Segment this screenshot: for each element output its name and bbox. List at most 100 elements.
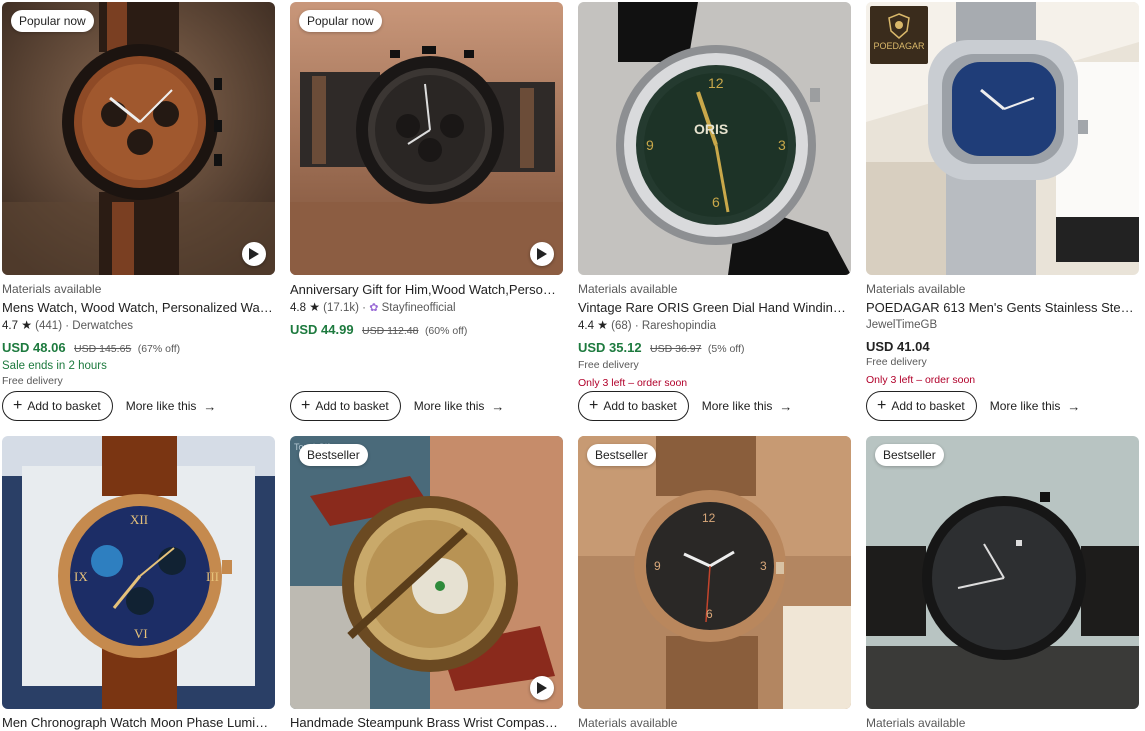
svg-text:III: III xyxy=(206,569,219,584)
black-wood-watch-image xyxy=(866,436,1139,709)
more-like-this-link[interactable]: More like this → xyxy=(702,399,793,414)
brass-compass-watch-image: TouchGifts xyxy=(290,436,563,709)
product-title[interactable]: Mens Watch, Wood Watch, Personalized Wat… xyxy=(2,300,275,316)
original-price: USD 36.97 xyxy=(650,343,702,355)
add-to-basket-button[interactable]: + Add to basket xyxy=(866,391,977,421)
product-card[interactable]: ORIS 12 3 6 9 Materials available Vintag… xyxy=(578,2,851,421)
bestseller-badge: Bestseller xyxy=(875,444,944,466)
materials-label: Materials available xyxy=(578,716,678,730)
brand-logo-text: POEDAGAR xyxy=(873,41,925,51)
wood-watch-image xyxy=(2,2,275,275)
svg-text:XII: XII xyxy=(130,512,148,527)
stock-warning: Only 3 left – order soon xyxy=(578,377,688,389)
product-title[interactable]: Vintage Rare ORIS Green Dial Hand Windin… xyxy=(578,300,851,316)
materials-label: Materials available xyxy=(578,282,678,296)
plus-icon: + xyxy=(589,397,599,414)
popular-badge: Popular now xyxy=(11,10,94,32)
materials-label: Materials available xyxy=(866,282,966,296)
shop-name[interactable]: JewelTimeGB xyxy=(866,319,937,331)
product-title[interactable]: Anniversary Gift for Him,Wood Watch,Pers… xyxy=(290,282,563,298)
product-image[interactable]: TouchGifts Bestseller xyxy=(290,436,563,709)
svg-text:12: 12 xyxy=(702,511,716,525)
card-actions: + Add to basket More like this → xyxy=(578,390,792,422)
shop-badge-icon: ✿ xyxy=(369,302,379,314)
price-row: USD 35.12 USD 36.97 (5% off) xyxy=(578,339,851,358)
card-actions: + Add to basket More like this → xyxy=(866,390,1080,422)
sale-price: USD 48.06 xyxy=(2,340,66,355)
add-to-basket-label: Add to basket xyxy=(315,399,389,413)
product-image[interactable]: POEDAGAR xyxy=(866,2,1139,275)
shop-name[interactable]: Stayfineofficial xyxy=(382,302,456,314)
product-card[interactable]: TouchGifts Bestseller Handmade Steampunk… xyxy=(290,436,563,731)
bestseller-badge: Bestseller xyxy=(587,444,656,466)
rating-score: 4.7 xyxy=(2,320,18,332)
more-like-this-link[interactable]: More like this → xyxy=(990,399,1081,414)
rating-row: 4.7 ★ (441) · Derwatches xyxy=(2,318,133,332)
more-like-this-label: More like this xyxy=(989,399,1061,413)
review-count: (17.1k) xyxy=(323,302,359,314)
play-icon[interactable] xyxy=(242,242,266,266)
arrow-right-icon: → xyxy=(1067,398,1081,414)
price: USD 41.04 xyxy=(866,339,930,354)
product-card[interactable]: Popular now Materials available Mens Wat… xyxy=(2,2,275,421)
review-count: (441) xyxy=(35,320,63,332)
more-like-this-link[interactable]: More like this → xyxy=(126,399,217,414)
popular-badge: Popular now xyxy=(299,10,382,32)
play-icon[interactable] xyxy=(530,676,554,700)
product-grid: Popular now Materials available Mens Wat… xyxy=(0,0,1145,730)
svg-text:6: 6 xyxy=(712,194,720,210)
star-icon: ★ xyxy=(21,318,32,332)
product-image[interactable]: ORIS 12 3 6 9 xyxy=(578,2,851,275)
svg-text:IX: IX xyxy=(74,569,88,584)
add-to-basket-label: Add to basket xyxy=(891,399,965,413)
product-card[interactable]: Bestseller Materials available xyxy=(866,436,1139,730)
svg-text:VI: VI xyxy=(134,626,148,641)
more-like-this-label: More like this xyxy=(125,399,197,413)
materials-label: Materials available xyxy=(2,282,102,296)
product-image[interactable]: Bestseller xyxy=(866,436,1139,709)
product-image[interactable]: Popular now xyxy=(2,2,275,275)
more-like-this-link[interactable]: More like this → xyxy=(414,399,505,414)
add-to-basket-label: Add to basket xyxy=(603,399,677,413)
product-title[interactable]: Men Chronograph Watch Moon Phase Lumino.… xyxy=(2,715,275,731)
add-to-basket-button[interactable]: + Add to basket xyxy=(578,391,689,421)
svg-text:9: 9 xyxy=(646,137,654,153)
discount-label: (67% off) xyxy=(137,343,181,355)
svg-text:3: 3 xyxy=(778,137,786,153)
rating-row: 4.4 ★ (68) · Rareshopindia xyxy=(578,318,717,332)
card-actions: + Add to basket More like this → xyxy=(290,390,504,422)
add-to-basket-button[interactable]: + Add to basket xyxy=(2,391,113,421)
more-like-this-label: More like this xyxy=(413,399,485,413)
product-card[interactable]: POEDAGAR Materials available POEDAGAR 61… xyxy=(866,2,1139,421)
rating-row: 4.8 ★ (17.1k) · ✿ Stayfineofficial xyxy=(290,300,456,314)
price-row: USD 41.04 xyxy=(866,338,1139,355)
star-icon: ★ xyxy=(309,300,320,314)
product-card[interactable]: Popular now Anniversary Gift for Him,Woo… xyxy=(290,2,563,421)
product-image[interactable]: XII III VI IX xyxy=(2,436,275,709)
product-title[interactable]: Handmade Steampunk Brass Wrist Compass &… xyxy=(290,715,563,731)
sale-price: USD 35.12 xyxy=(578,340,642,355)
product-image[interactable]: 12 3 6 9 Bestseller xyxy=(578,436,851,709)
shop-name[interactable]: Rareshopindia xyxy=(642,320,716,332)
bestseller-badge: Bestseller xyxy=(299,444,368,466)
bamboo-watch-image: 12 3 6 9 xyxy=(578,436,851,709)
stock-warning: Only 3 left – order soon xyxy=(866,374,976,386)
product-card[interactable]: 12 3 6 9 Bestseller Materials available xyxy=(578,436,851,730)
product-image[interactable]: Popular now xyxy=(290,2,563,275)
arrow-right-icon: → xyxy=(779,398,793,414)
add-to-basket-button[interactable]: + Add to basket xyxy=(290,391,401,421)
arrow-right-icon: → xyxy=(491,398,505,414)
play-icon[interactable] xyxy=(530,242,554,266)
star-icon: ★ xyxy=(597,318,608,332)
product-title[interactable]: POEDAGAR 613 Men's Gents Stainless Steel… xyxy=(866,300,1139,316)
plus-icon: + xyxy=(877,397,887,414)
product-card[interactable]: XII III VI IX Men Chronograph Watch Moon… xyxy=(2,436,275,731)
crest-icon xyxy=(888,13,910,39)
dark-wood-watch-image xyxy=(290,2,563,275)
green-dial-watch-image: ORIS 12 3 6 9 xyxy=(578,2,851,275)
card-actions: + Add to basket More like this → xyxy=(2,390,216,422)
original-price: USD 112.48 xyxy=(362,325,419,337)
plus-icon: + xyxy=(301,397,311,414)
add-to-basket-label: Add to basket xyxy=(27,399,101,413)
shop-name[interactable]: Derwatches xyxy=(72,320,133,332)
